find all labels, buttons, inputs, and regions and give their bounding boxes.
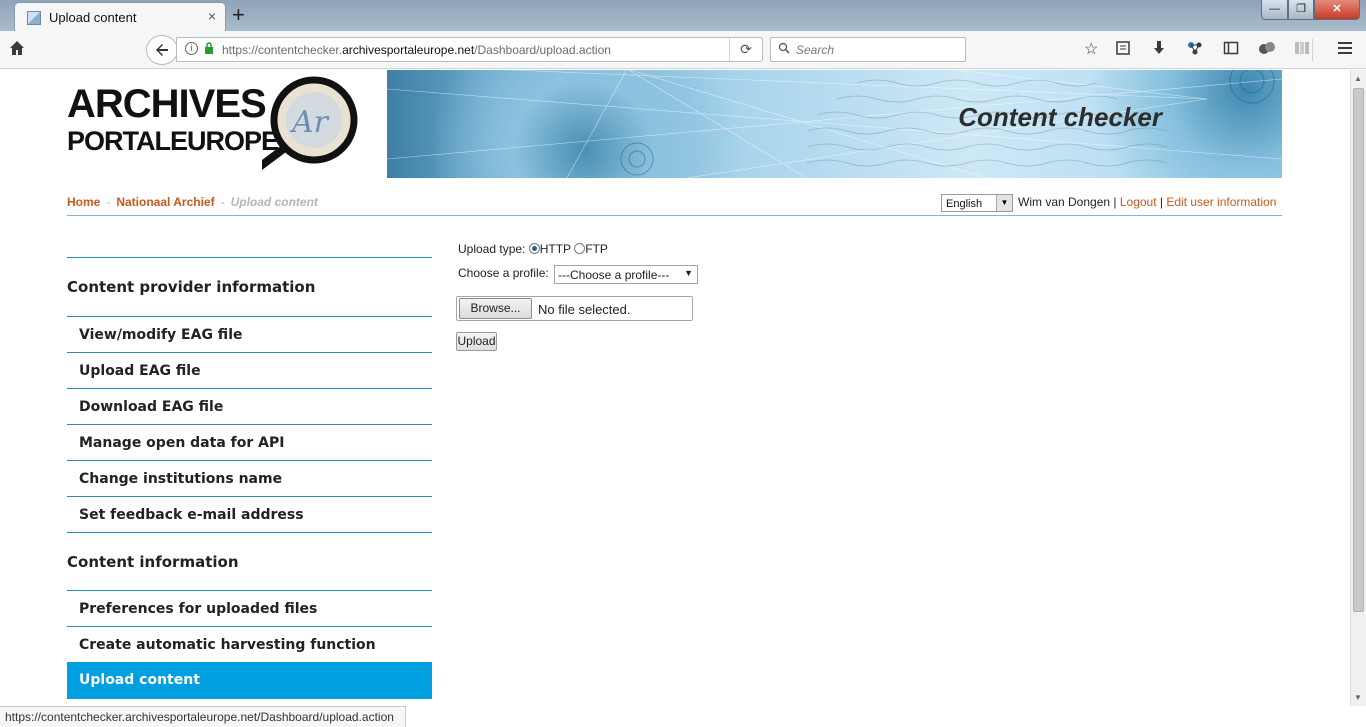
reading-list-icon[interactable]	[1115, 40, 1131, 62]
magnifier-icon: Ar	[262, 76, 358, 170]
header-banner: Content checker	[387, 70, 1282, 178]
sidebar-divider	[67, 532, 432, 533]
scroll-up-icon[interactable]: ▲	[1354, 74, 1362, 83]
breadcrumb-separator: -	[106, 195, 111, 209]
extension-icon[interactable]	[1186, 40, 1204, 62]
scroll-thumb[interactable]	[1353, 88, 1364, 612]
browser-titlebar: Upload content × + — ❐ ✕	[0, 0, 1366, 31]
sidebar-item-view-eag[interactable]: View/modify EAG file	[67, 317, 432, 353]
breadcrumb-current: Upload content	[230, 195, 318, 209]
sidebar-item-open-data[interactable]: Manage open data for API	[67, 425, 432, 461]
search-box[interactable]: Search	[770, 37, 966, 62]
user-bar: Wim van Dongen | Logout | Edit user info…	[1018, 195, 1276, 209]
browser-tab[interactable]: Upload content ×	[14, 2, 226, 31]
maximize-button[interactable]: ❐	[1288, 0, 1314, 20]
chevron-down-icon: ▼	[684, 268, 693, 278]
breadcrumb-archive-link[interactable]: Nationaal Archief	[116, 195, 214, 209]
logo-line2: PORTALEUROPE	[67, 126, 279, 156]
search-placeholder: Search	[796, 43, 835, 57]
chevron-down-icon: ▼	[996, 195, 1012, 211]
upload-type-row: Upload type: HTTP FTP	[458, 242, 608, 256]
user-name: Wim van Dongen	[1018, 195, 1111, 209]
page-scrollbar[interactable]: ▲ ▼	[1350, 70, 1366, 706]
radio-ftp[interactable]	[574, 243, 586, 254]
minimize-button[interactable]: —	[1261, 0, 1288, 20]
sidebar-item-harvesting[interactable]: Create automatic harvesting function	[67, 627, 432, 663]
file-input[interactable]: Browse... No file selected.	[456, 296, 693, 321]
sidebar-item-change-name[interactable]: Change institutions name	[67, 461, 432, 497]
sidebar-item-download-eag[interactable]: Download EAG file	[67, 389, 432, 425]
profile-label: Choose a profile:	[458, 266, 549, 280]
upload-type-label: Upload type:	[458, 242, 526, 256]
profile-icon[interactable]	[1258, 40, 1276, 62]
new-tab-button[interactable]: +	[232, 3, 245, 27]
banner-title: Content checker	[958, 102, 1162, 132]
search-icon	[778, 42, 790, 57]
header-divider	[67, 215, 1282, 216]
upload-button[interactable]: Upload	[456, 332, 497, 351]
sidebar-divider	[67, 257, 432, 258]
home-icon[interactable]	[9, 40, 25, 62]
close-tab-icon[interactable]: ×	[208, 8, 216, 24]
sidebar-icon[interactable]	[1223, 40, 1239, 62]
reload-icon[interactable]: ⟳	[729, 38, 762, 61]
sidebar-item-feedback-email[interactable]: Set feedback e-mail address	[67, 497, 432, 533]
sidebar-item-preferences[interactable]: Preferences for uploaded files	[67, 591, 432, 627]
back-button[interactable]	[146, 35, 178, 65]
logo-line1: ARCHIVES	[67, 82, 267, 126]
breadcrumb-home-link[interactable]: Home	[67, 195, 100, 209]
breadcrumb: Home - Nationaal Archief - Upload content	[67, 195, 318, 209]
tab-title: Upload content	[49, 10, 137, 25]
profile-select[interactable]: ---Choose a profile--- ▼	[554, 265, 698, 284]
browse-button[interactable]: Browse...	[459, 298, 532, 319]
scroll-down-icon[interactable]: ▼	[1354, 693, 1362, 702]
browser-navbar: i https://contentchecker.archivesportale…	[0, 31, 1366, 69]
download-icon[interactable]	[1151, 40, 1167, 62]
site-logo[interactable]: ARCHIVES PORTALEUROPE Ar	[67, 76, 367, 193]
language-value: English	[946, 198, 983, 210]
close-window-button[interactable]: ✕	[1314, 0, 1360, 20]
radio-http-label[interactable]: HTTP	[540, 242, 571, 256]
status-bar: https://contentchecker.archivesportaleur…	[0, 706, 406, 727]
sidebar-item-upload-eag[interactable]: Upload EAG file	[67, 353, 432, 389]
sidebar-section-content: Content information	[67, 553, 239, 571]
lock-icon[interactable]	[204, 42, 214, 57]
logout-link[interactable]: Logout	[1120, 195, 1157, 209]
edit-user-link[interactable]: Edit user information	[1166, 195, 1276, 209]
info-icon[interactable]: i	[185, 42, 198, 55]
favicon-icon	[27, 11, 41, 25]
profile-select-value: ---Choose a profile---	[558, 268, 670, 282]
breadcrumb-separator: -	[220, 195, 225, 209]
user-separator: |	[1110, 195, 1120, 209]
menu-icon[interactable]	[1337, 40, 1353, 62]
language-select[interactable]: English ▼	[941, 194, 1013, 212]
toolbar-divider	[1312, 39, 1313, 61]
sidebar-section-provider: Content provider information	[67, 278, 316, 296]
page-content: ARCHIVES PORTALEUROPE Ar Content checker…	[0, 70, 1350, 706]
radio-ftp-label[interactable]: FTP	[585, 242, 608, 256]
sidebar-item-upload-content[interactable]: Upload content	[67, 662, 432, 699]
star-icon[interactable]: ☆	[1084, 40, 1098, 60]
url-text: https://contentchecker.archivesportaleur…	[222, 43, 611, 57]
url-bar[interactable]: i https://contentchecker.archivesportale…	[176, 37, 763, 62]
user-separator: |	[1156, 195, 1167, 209]
svg-text:Ar: Ar	[289, 105, 330, 140]
library-icon[interactable]	[1294, 40, 1310, 62]
file-status: No file selected.	[538, 302, 631, 317]
radio-http[interactable]	[528, 243, 540, 254]
